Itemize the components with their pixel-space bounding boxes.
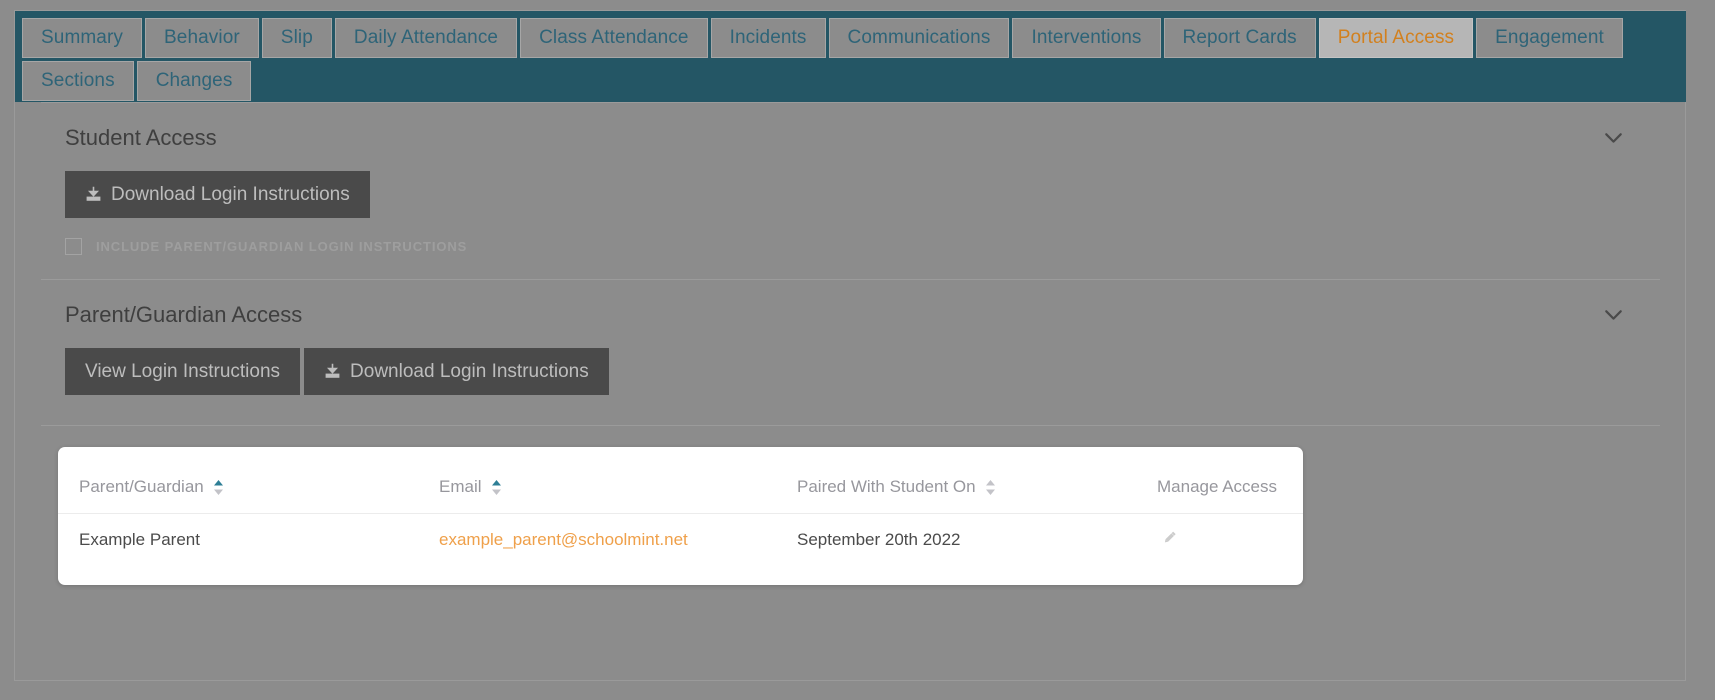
tab-incidents[interactable]: Incidents bbox=[710, 18, 826, 58]
parent-access-header: Parent/Guardian Access bbox=[65, 280, 1636, 328]
chevron-down-icon[interactable] bbox=[1600, 125, 1626, 151]
tab-portal-access[interactable]: Portal Access bbox=[1318, 18, 1474, 58]
cell-manage-access bbox=[1157, 513, 1303, 571]
table-header-inner: Manage Access bbox=[1157, 477, 1277, 497]
table-header-inner: Paired With Student On bbox=[797, 477, 996, 497]
include-parent-instructions-row: Include Parent/Guardian Login Instructio… bbox=[65, 238, 1636, 279]
content-area: Student Access Download Login Instructio… bbox=[15, 102, 1686, 680]
view-login-instructions-button[interactable]: View Login Instructions bbox=[65, 348, 301, 395]
table-header-manage-access: Manage Access bbox=[1157, 447, 1303, 514]
table-header-label: Parent/Guardian bbox=[79, 477, 204, 496]
include-parent-instructions-checkbox[interactable] bbox=[65, 238, 82, 255]
student-access-section: Student Access Download Login Instructio… bbox=[15, 103, 1686, 279]
parent-access-title: Parent/Guardian Access bbox=[65, 302, 303, 327]
tab-communications[interactable]: Communications bbox=[828, 18, 1010, 58]
chevron-down-icon[interactable] bbox=[1600, 302, 1626, 328]
tab-interventions[interactable]: Interventions bbox=[1012, 18, 1161, 58]
parent-download-button-label: Download Login Instructions bbox=[350, 361, 589, 382]
table-header-email[interactable]: Email bbox=[439, 447, 797, 514]
download-icon bbox=[324, 363, 341, 380]
pencil-icon[interactable] bbox=[1157, 528, 1179, 546]
cell-parent-name: Example Parent bbox=[58, 513, 439, 571]
table-header-row: Parent/Guardian Email Paired With Student … bbox=[58, 447, 1303, 514]
tab-summary[interactable]: Summary bbox=[22, 18, 142, 58]
tab-engagement[interactable]: Engagement bbox=[1476, 18, 1623, 58]
table-header-label: Paired With Student On bbox=[797, 477, 976, 496]
student-access-buttons: Download Login Instructions bbox=[65, 171, 1636, 218]
tab-bar: Summary Behavior Slip Daily Attendance Class… bbox=[15, 11, 1686, 102]
tab-sections[interactable]: Sections bbox=[22, 61, 134, 101]
tab-class-attendance[interactable]: Class Attendance bbox=[520, 18, 708, 58]
email-link[interactable]: example_parent@schoolmint.net bbox=[439, 530, 688, 549]
student-download-login-instructions-button[interactable]: Download Login Instructions bbox=[65, 171, 370, 218]
cell-email: example_parent@schoolmint.net bbox=[439, 513, 797, 571]
bottom-divider bbox=[41, 425, 1660, 426]
table-header-label: Email bbox=[439, 477, 482, 496]
table-header-label: Manage Access bbox=[1157, 477, 1278, 496]
table-header-parent-guardian[interactable]: Parent/Guardian bbox=[58, 447, 439, 514]
download-icon bbox=[85, 186, 102, 203]
table-header-inner: Email bbox=[439, 477, 502, 497]
parent-access-buttons: View Login Instructions Download Login I… bbox=[65, 348, 1636, 395]
cell-paired-on: September 20th 2022 bbox=[797, 513, 1157, 571]
student-access-header: Student Access bbox=[65, 103, 1636, 151]
parent-access-section: Parent/Guardian Access View Login Instru… bbox=[15, 280, 1686, 395]
tab-slip[interactable]: Slip bbox=[261, 18, 332, 58]
table-row: Example Parent example_parent@schoolmint.… bbox=[58, 513, 1303, 571]
tab-daily-attendance[interactable]: Daily Attendance bbox=[334, 18, 518, 58]
sort-arrows-icon[interactable] bbox=[213, 479, 224, 496]
table-header-paired-with-student-on[interactable]: Paired With Student On bbox=[797, 447, 1157, 514]
parent-guardian-table: Parent/Guardian Email Paired With Student … bbox=[58, 447, 1303, 571]
view-login-button-label: View Login Instructions bbox=[85, 361, 281, 382]
tab-behavior[interactable]: Behavior bbox=[145, 18, 259, 58]
student-access-title: Student Access bbox=[65, 125, 217, 150]
tab-changes[interactable]: Changes bbox=[136, 61, 252, 101]
parent-download-login-instructions-button[interactable]: Download Login Instructions bbox=[304, 348, 609, 395]
student-download-button-label: Download Login Instructions bbox=[111, 184, 350, 205]
sort-arrows-icon[interactable] bbox=[985, 479, 996, 496]
include-parent-instructions-label: Include Parent/Guardian Login Instructio… bbox=[96, 239, 468, 254]
sort-arrows-icon[interactable] bbox=[491, 479, 502, 496]
tab-report-cards[interactable]: Report Cards bbox=[1163, 18, 1316, 58]
table-header-inner: Parent/Guardian bbox=[79, 477, 224, 497]
parent-guardian-table-card: Parent/Guardian Email Paired With Student … bbox=[58, 447, 1303, 585]
